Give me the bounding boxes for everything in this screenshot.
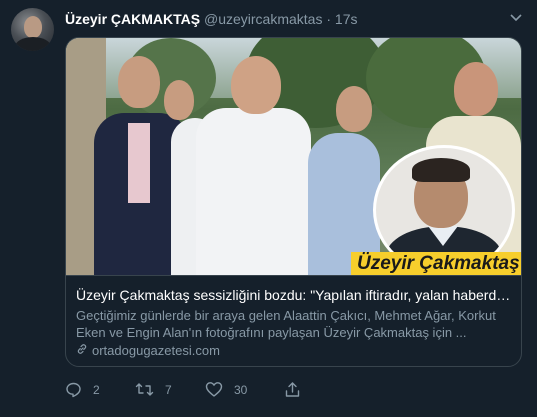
author-handle[interactable]: @uzeyircakmaktas: [204, 11, 322, 27]
separator-dot: ·: [326, 11, 332, 27]
tweet[interactable]: Üzeyir ÇAKMAKTAŞ @uzeyircakmaktas · 17s: [0, 0, 537, 417]
reply-button[interactable]: 2: [65, 381, 100, 398]
card-domain[interactable]: ortadogugazetesi.com: [92, 343, 220, 358]
image-watermark: Üzeyir Çakmaktaş: [351, 252, 521, 275]
retweet-icon: [135, 383, 154, 396]
link-icon: [76, 343, 89, 358]
card-title[interactable]: Üzeyir Çakmaktaş sessizliğini bozdu: "Ya…: [76, 287, 511, 303]
card-link[interactable]: ortadogugazetesi.com: [76, 343, 220, 358]
card-image[interactable]: Üzeyir Çakmaktaş: [66, 38, 521, 275]
card-description: Geçtiğimiz günlerde bir araya gelen Alaa…: [76, 308, 496, 340]
share-icon: [285, 382, 300, 397]
avatar-shoulders: [15, 37, 51, 51]
reply-count: 2: [93, 382, 100, 397]
tweet-header: Üzeyir ÇAKMAKTAŞ @uzeyircakmaktas · 17s: [65, 11, 357, 27]
reply-icon: [66, 382, 81, 398]
chevron-down-icon[interactable]: [508, 10, 524, 26]
link-card[interactable]: Üzeyir Çakmaktaş Üzeyir Çakmaktaş sessiz…: [65, 37, 522, 367]
author-name[interactable]: Üzeyir ÇAKMAKTAŞ: [65, 11, 200, 27]
retweet-button[interactable]: 7: [135, 381, 172, 398]
card-body[interactable]: Üzeyir Çakmaktaş sessizliğini bozdu: "Ya…: [66, 275, 521, 366]
retweet-count: 7: [165, 382, 172, 397]
tweet-timestamp[interactable]: 17s: [335, 11, 358, 27]
share-button[interactable]: [284, 381, 312, 398]
avatar-face: [24, 16, 42, 38]
like-count: 30: [234, 382, 248, 397]
heart-icon: [205, 382, 223, 397]
tweet-actions: 2 7 30: [65, 381, 520, 401]
like-button[interactable]: 30: [205, 381, 247, 398]
avatar[interactable]: [11, 8, 54, 51]
